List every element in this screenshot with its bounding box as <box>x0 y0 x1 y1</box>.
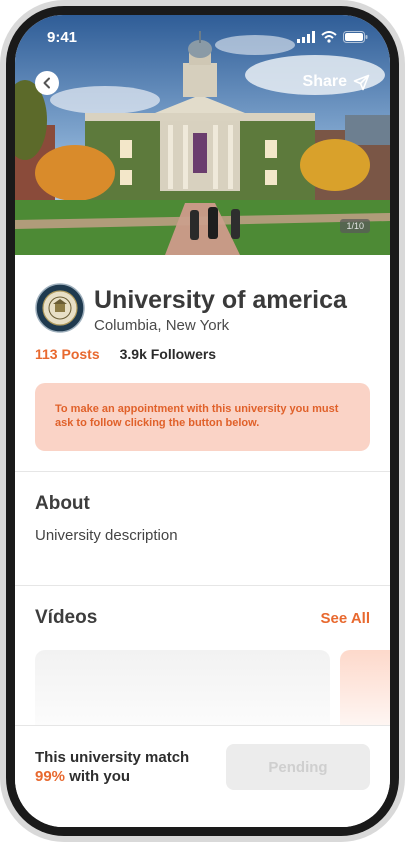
share-label: Share <box>302 73 347 90</box>
section-divider <box>15 471 390 472</box>
status-bar: 9:41 <box>15 15 390 59</box>
university-location: Columbia, New York <box>94 317 230 334</box>
about-description: University description <box>35 527 178 544</box>
match-action-bar: This university match 99% with you Pendi… <box>15 725 390 827</box>
match-suffix: with you <box>69 768 131 785</box>
back-button[interactable] <box>35 71 59 95</box>
app-screen: 9:41 Share 1/10 University of america Co… <box>15 15 390 827</box>
about-title: About <box>35 493 90 514</box>
send-icon <box>353 74 370 90</box>
status-time: 9:41 <box>47 29 78 46</box>
wifi-icon <box>321 31 337 43</box>
match-summary: This university match 99% with you <box>35 748 189 786</box>
university-hero-image[interactable]: 9:41 Share 1/10 <box>15 15 390 255</box>
match-prefix: This university match <box>35 749 190 766</box>
cellular-signal-icon <box>297 31 315 43</box>
chevron-left-icon <box>43 77 50 89</box>
section-divider <box>15 585 390 586</box>
see-all-videos-link[interactable]: See All <box>321 610 370 627</box>
photo-counter: 1/10 <box>340 219 370 233</box>
share-button[interactable]: Share <box>303 73 370 91</box>
university-seal-logo <box>35 283 85 333</box>
match-percent: 99% <box>35 768 66 785</box>
videos-title: Vídeos <box>35 607 98 628</box>
posts-count[interactable]: 113 Posts <box>35 346 100 362</box>
followers-count[interactable]: 3.9k Followers <box>120 346 216 362</box>
pending-follow-button[interactable]: Pending <box>226 744 370 790</box>
university-name: University of america <box>94 286 347 314</box>
appointment-notice: To make an appointment with this univers… <box>35 383 370 451</box>
battery-icon <box>343 31 368 43</box>
status-icons <box>297 31 368 43</box>
profile-stats: 113 Posts 3.9k Followers <box>35 346 216 362</box>
